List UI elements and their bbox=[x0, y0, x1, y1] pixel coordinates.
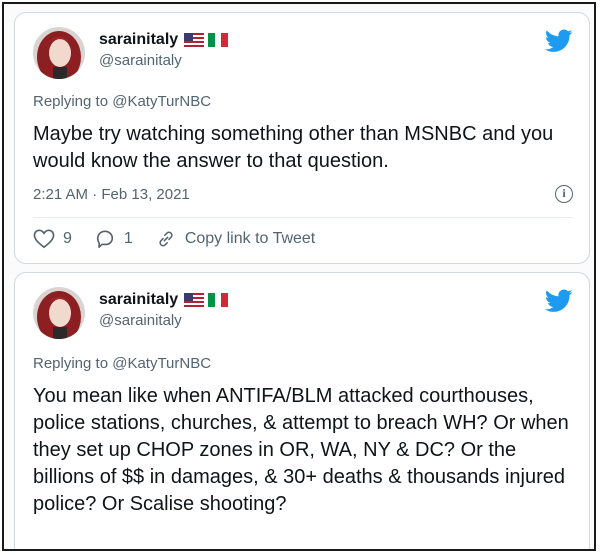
replying-to[interactable]: Replying to @KatyTurNBC bbox=[33, 355, 211, 372]
screenshot-frame: sarainitaly @sarainitaly Replying to @Ka… bbox=[2, 2, 596, 551]
display-name[interactable]: sarainitaly bbox=[99, 31, 178, 49]
user-info: sarainitaly @sarainitaly bbox=[99, 31, 229, 69]
tweet-timestamp[interactable]: 2:21 AM · Feb 13, 2021 bbox=[33, 186, 190, 203]
user-info: sarainitaly @sarainitaly bbox=[99, 291, 229, 329]
heart-icon bbox=[33, 229, 55, 249]
italy-flag-icon bbox=[208, 293, 229, 307]
user-handle[interactable]: @sarainitaly bbox=[99, 312, 228, 329]
divider bbox=[33, 217, 573, 218]
tweet-actions: 9 1 Copy link to Tweet bbox=[33, 229, 337, 249]
avatar[interactable] bbox=[33, 287, 85, 339]
copy-link-label: Copy link to Tweet bbox=[184, 230, 316, 247]
us-flag-icon bbox=[184, 33, 205, 47]
us-flag-icon bbox=[184, 293, 205, 307]
twitter-bird-icon[interactable] bbox=[545, 289, 573, 313]
link-icon bbox=[159, 231, 173, 247]
avatar[interactable] bbox=[33, 27, 85, 79]
info-icon[interactable]: i bbox=[555, 185, 573, 203]
reply-count: 1 bbox=[123, 230, 133, 247]
like-button[interactable]: 9 bbox=[33, 229, 72, 249]
reply-bubble-icon bbox=[96, 230, 113, 248]
reply-button[interactable]: 1 bbox=[94, 229, 133, 249]
italy-flag-icon bbox=[208, 33, 229, 47]
tweet-text: Maybe try watching something other than … bbox=[33, 123, 554, 172]
twitter-bird-icon[interactable] bbox=[545, 29, 573, 53]
display-name[interactable]: sarainitaly bbox=[99, 291, 178, 309]
tweet-card[interactable]: sarainitaly @sarainitaly Replying to @Ka… bbox=[14, 12, 590, 264]
tweet-card[interactable]: sarainitaly @sarainitaly Replying to @Ka… bbox=[14, 272, 590, 549]
user-handle[interactable]: @sarainitaly bbox=[99, 52, 228, 69]
like-count: 9 bbox=[63, 230, 72, 247]
tweet-text: You mean like when ANTIFA/BLM attacked c… bbox=[33, 385, 569, 515]
copy-link-button[interactable]: Copy link to Tweet bbox=[155, 229, 315, 249]
replying-to[interactable]: Replying to @KatyTurNBC bbox=[33, 93, 211, 110]
